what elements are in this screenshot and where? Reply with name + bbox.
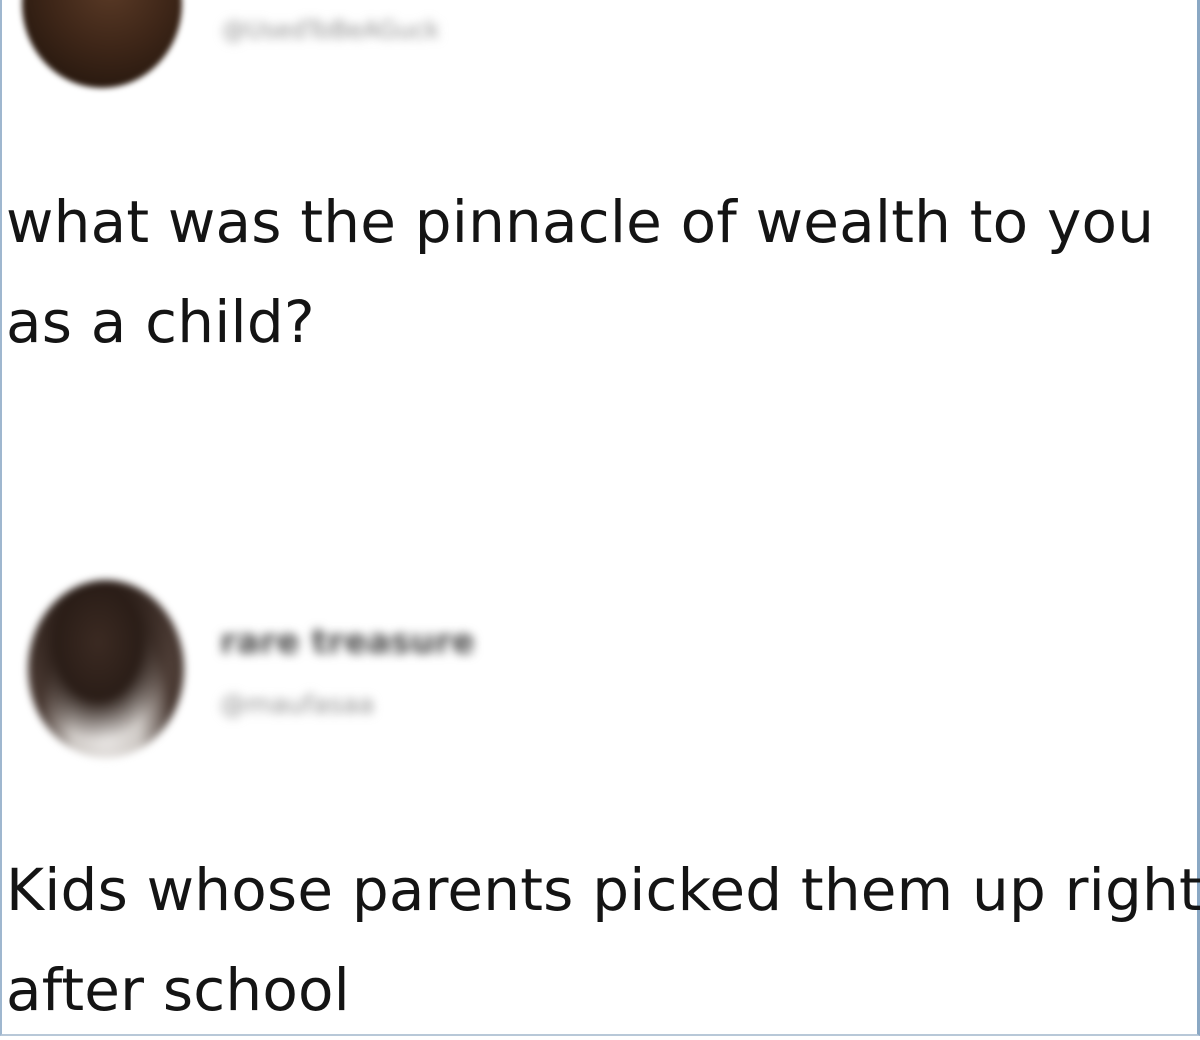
reply-avatar[interactable] xyxy=(28,580,184,758)
avatar[interactable] xyxy=(22,0,182,88)
reply-author-name[interactable]: rare treasure xyxy=(220,622,475,662)
reply-text: Kids whose parents picked them up right … xyxy=(6,856,1200,1024)
tweet-text: what was the pinnacle of wealth to you a… xyxy=(6,188,1155,356)
screenshot-frame: @UsedToBeAGuck what was the pinnacle of … xyxy=(0,0,1200,1036)
author-handle[interactable]: @UsedToBeAGuck xyxy=(222,16,439,44)
reply-author-handle[interactable]: @maufasaa xyxy=(220,690,374,720)
